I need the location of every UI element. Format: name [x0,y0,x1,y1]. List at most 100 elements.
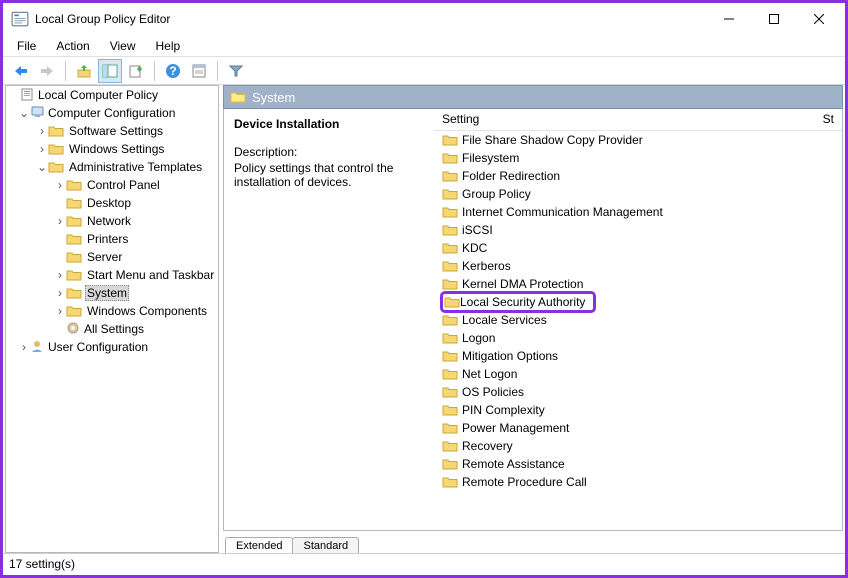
tree-label: Software Settings [67,124,165,138]
list-item[interactable]: Remote Assistance [440,455,842,473]
chevron-right-icon[interactable]: › [54,214,66,228]
chevron-down-icon[interactable]: ⌄ [36,160,48,174]
folder-icon [442,421,458,435]
tree-root[interactable]: Local Computer Policy [6,86,218,104]
list-item[interactable]: Power Management [440,419,842,437]
folder-icon [230,90,246,104]
tree-printers[interactable]: Printers [6,230,218,248]
tree-all-settings[interactable]: All Settings [6,320,218,338]
chevron-right-icon[interactable]: › [18,340,30,354]
tree-server[interactable]: Server [6,248,218,266]
tree-system[interactable]: › System [6,284,218,302]
list-item[interactable]: Local Security Authority [440,293,842,311]
description-label: Description: [234,145,424,159]
menu-view[interactable]: View [102,37,144,55]
tree-windows-settings[interactable]: › Windows Settings [6,140,218,158]
folder-icon [442,331,458,345]
list-item[interactable]: File Share Shadow Copy Provider [440,131,842,149]
menu-file[interactable]: File [9,37,44,55]
folder-icon [48,124,64,138]
chevron-down-icon[interactable]: ⌄ [18,106,30,120]
list-item[interactable]: Mitigation Options [440,347,842,365]
list-item-label: Mitigation Options [462,349,558,363]
folder-icon [442,385,458,399]
folder-icon [442,169,458,183]
folder-icon [442,349,458,363]
list-item[interactable]: Remote Procedure Call [440,473,842,491]
back-button[interactable] [9,59,33,83]
list-item-label: Remote Procedure Call [462,475,587,489]
tree-admin-templates[interactable]: ⌄ Administrative Templates [6,158,218,176]
list-item[interactable]: Internet Communication Management [440,203,842,221]
details-header: System [223,85,843,109]
folder-icon [66,286,82,300]
chevron-right-icon[interactable]: › [54,178,66,192]
menu-action[interactable]: Action [48,37,97,55]
folder-icon [444,295,460,309]
list-item[interactable]: Locale Services [440,311,842,329]
list-item-label: File Share Shadow Copy Provider [462,133,643,147]
list-scroll[interactable]: File Share Shadow Copy Provider Filesyste… [434,131,842,530]
tree-control-panel[interactable]: ›Control Panel [6,176,218,194]
properties-button[interactable] [187,59,211,83]
folder-icon [66,250,82,264]
folder-icon [442,223,458,237]
list-item-label: OS Policies [462,385,524,399]
tree-pane[interactable]: Local Computer Policy ⌄ Computer Configu… [5,85,219,553]
tab-standard[interactable]: Standard [292,537,359,553]
folder-icon [442,367,458,381]
column-state[interactable]: St [814,109,842,130]
chevron-right-icon[interactable]: › [36,124,48,138]
list-item[interactable]: Filesystem [440,149,842,167]
chevron-right-icon[interactable]: › [54,304,66,318]
column-setting[interactable]: Setting [434,109,814,130]
list-item[interactable]: PIN Complexity [440,401,842,419]
menu-help[interactable]: Help [148,37,189,55]
tree-label: Desktop [85,196,133,210]
help-button[interactable]: ? [161,59,185,83]
list-item[interactable]: Net Logon [440,365,842,383]
tree-label: Windows Settings [67,142,166,156]
maximize-button[interactable] [751,5,796,33]
chevron-right-icon[interactable]: › [36,142,48,156]
tree-user-config[interactable]: › User Configuration [6,338,218,356]
list-item[interactable]: Logon [440,329,842,347]
list-item-label: PIN Complexity [462,403,545,417]
column-headers[interactable]: Setting St [434,109,842,131]
close-button[interactable] [796,5,841,33]
tree-label: Administrative Templates [67,160,204,174]
list-item[interactable]: iSCSI [440,221,842,239]
folder-icon [442,241,458,255]
folder-icon [442,133,458,147]
tree-windows-components[interactable]: ›Windows Components [6,302,218,320]
list-item[interactable]: Group Policy [440,185,842,203]
folder-icon [442,403,458,417]
folder-icon [48,142,64,156]
list-item[interactable]: Recovery [440,437,842,455]
tree-label: System [85,285,129,301]
filter-button[interactable] [224,59,248,83]
chevron-right-icon[interactable]: › [54,286,66,300]
list-item[interactable]: Folder Redirection [440,167,842,185]
folder-icon [442,277,458,291]
tree-computer-config[interactable]: ⌄ Computer Configuration [6,104,218,122]
computer-icon [30,105,46,122]
tree-software-settings[interactable]: › Software Settings [6,122,218,140]
list-item[interactable]: OS Policies [440,383,842,401]
chevron-right-icon[interactable]: › [54,268,66,282]
tree-network[interactable]: ›Network [6,212,218,230]
export-button[interactable] [124,59,148,83]
tree-label: User Configuration [46,340,150,354]
minimize-button[interactable] [706,5,751,33]
show-hide-tree-button[interactable] [98,59,122,83]
app-icon [11,10,29,28]
tab-extended[interactable]: Extended [225,537,293,553]
tree-start-menu[interactable]: ›Start Menu and Taskbar [6,266,218,284]
forward-button[interactable] [35,59,59,83]
up-button[interactable] [72,59,96,83]
folder-icon [442,259,458,273]
folder-icon [442,205,458,219]
tree-desktop[interactable]: Desktop [6,194,218,212]
list-item[interactable]: KDC [440,239,842,257]
list-item[interactable]: Kerberos [440,257,842,275]
